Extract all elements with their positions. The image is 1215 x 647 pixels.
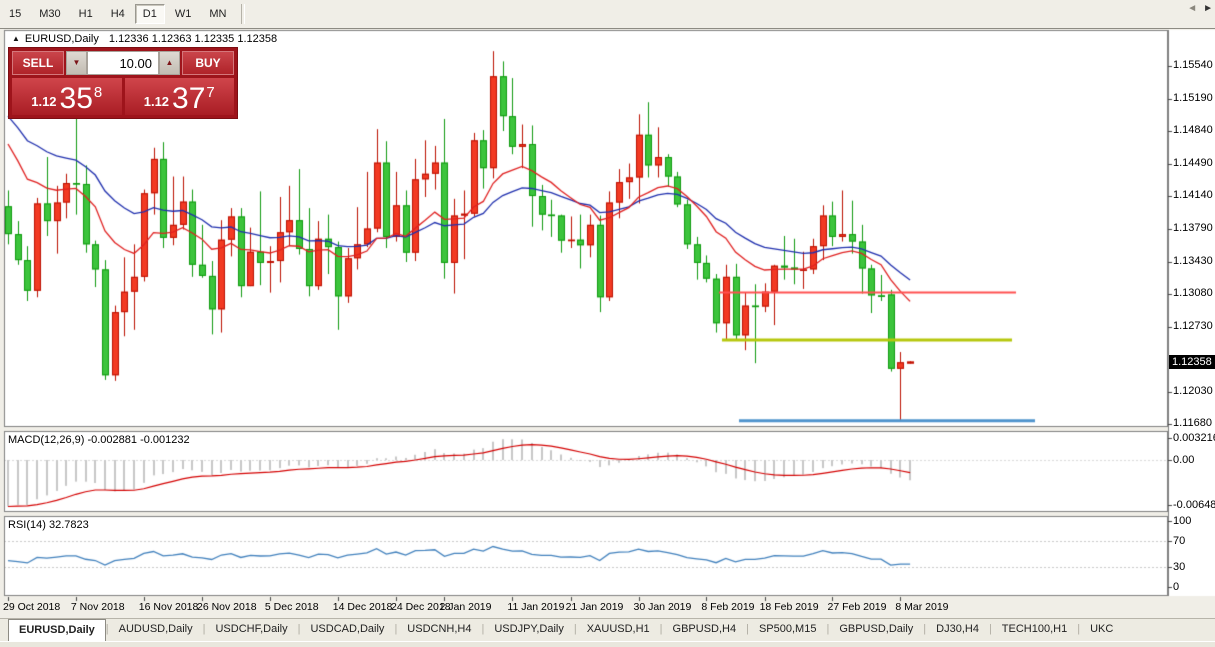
date-axis-label: 26 Nov 2018 bbox=[197, 601, 257, 613]
timeframe-button-h4[interactable]: H4 bbox=[103, 4, 133, 24]
timeframe-button-d1[interactable]: D1 bbox=[135, 4, 165, 24]
date-axis-label: 29 Oct 2018 bbox=[3, 601, 60, 613]
rsi-axis-label: 0 bbox=[1173, 581, 1179, 593]
sell-price-big: 35 bbox=[60, 86, 93, 112]
volume-decrease-button[interactable]: ▼ bbox=[66, 51, 87, 75]
date-axis-label: 8 Feb 2019 bbox=[701, 601, 754, 613]
rsi-axis-label: 70 bbox=[1173, 535, 1185, 547]
date-axis-label: 30 Jan 2019 bbox=[634, 601, 692, 613]
chart-area: ▲ EURUSD,Daily 1.12336 1.12363 1.12335 1.1… bbox=[0, 29, 1215, 618]
sell-price-display[interactable]: 1.12 35 8 bbox=[12, 78, 122, 115]
macd-axis-label: 0.00 bbox=[1173, 454, 1194, 466]
date-axis-label: 21 Jan 2019 bbox=[566, 601, 624, 613]
price-axis-label: 1.14840 bbox=[1173, 124, 1213, 136]
tab-xauusd-h1[interactable]: XAUUSD,H1 bbox=[577, 619, 660, 642]
price-axis-label: 1.15190 bbox=[1173, 92, 1213, 104]
chart-title: ▲ EURUSD,Daily 1.12336 1.12363 1.12335 1.1… bbox=[12, 33, 277, 45]
trading-platform-window: 15M30H1H4D1W1MN ▲ EURUSD,Daily 1.12336 1.1… bbox=[0, 0, 1215, 647]
volume-increase-button[interactable]: ▲ bbox=[159, 51, 180, 75]
price-axis-label: 1.12730 bbox=[1173, 320, 1213, 332]
tab-scroll-right-icon[interactable]: ► bbox=[1203, 3, 1213, 14]
chart-symbol-label: EURUSD,Daily bbox=[25, 33, 99, 45]
tab-dj30-h4[interactable]: DJ30,H4 bbox=[926, 619, 989, 642]
buy-price-display[interactable]: 1.12 37 7 bbox=[125, 78, 235, 115]
macd-axis-label: 0.003216 bbox=[1173, 432, 1215, 444]
price-axis-label: 1.15540 bbox=[1173, 59, 1213, 71]
macd-axis-label: -0.006485 bbox=[1173, 499, 1215, 511]
price-axis-label: 1.13080 bbox=[1173, 287, 1213, 299]
date-axis-label: 5 Dec 2018 bbox=[265, 601, 319, 613]
tab-usdcnh-h4[interactable]: USDCNH,H4 bbox=[397, 619, 481, 642]
rsi-indicator-label: RSI(14) 32.7823 bbox=[8, 519, 89, 531]
tab-gbpusd-h4[interactable]: GBPUSD,H4 bbox=[663, 619, 747, 642]
chart-collapse-icon[interactable]: ▲ bbox=[12, 34, 20, 43]
timeframe-button-mn[interactable]: MN bbox=[201, 4, 234, 24]
sell-price-prefix: 1.12 bbox=[31, 94, 56, 109]
buy-price-big: 37 bbox=[172, 86, 205, 112]
tab-eurusd-daily[interactable]: EURUSD,Daily bbox=[8, 619, 106, 642]
chart-ohlc-values: 1.12336 1.12363 1.12335 1.12358 bbox=[109, 33, 277, 45]
buy-button[interactable]: BUY bbox=[182, 51, 234, 75]
current-price-marker: 1.12358 bbox=[1169, 355, 1215, 369]
buy-price-prefix: 1.12 bbox=[144, 94, 169, 109]
tab-tech100-h1[interactable]: TECH100,H1 bbox=[992, 619, 1077, 642]
timeframe-button-m30[interactable]: M30 bbox=[31, 4, 68, 24]
status-bar-strip bbox=[0, 641, 1215, 647]
date-axis-label: 7 Nov 2018 bbox=[71, 601, 125, 613]
tab-usdchf-daily[interactable]: USDCHF,Daily bbox=[205, 619, 297, 642]
one-click-trading-panel: SELL ▼ ▲ BUY 1.12 35 8 1.12 37 7 bbox=[8, 47, 238, 119]
toolbar-separator bbox=[241, 4, 245, 24]
tab-sp500-m15[interactable]: SP500,M15 bbox=[749, 619, 826, 642]
macd-indicator-label: MACD(12,26,9) -0.002881 -0.001232 bbox=[8, 434, 190, 446]
date-axis-label: 16 Nov 2018 bbox=[139, 601, 199, 613]
sell-button[interactable]: SELL bbox=[12, 51, 64, 75]
date-axis-label: 2 Jan 2019 bbox=[440, 601, 492, 613]
date-axis-label: 27 Feb 2019 bbox=[828, 601, 887, 613]
timeframe-button-h1[interactable]: H1 bbox=[71, 4, 101, 24]
date-axis-label: 14 Dec 2018 bbox=[333, 601, 393, 613]
tab-scroll-arrows: ◄ ► bbox=[1187, 3, 1213, 14]
tab-usdcad-daily[interactable]: USDCAD,Daily bbox=[300, 619, 394, 642]
rsi-axis-label: 100 bbox=[1173, 515, 1191, 527]
price-axis-label: 1.11680 bbox=[1173, 417, 1212, 429]
price-axis-label: 1.14490 bbox=[1173, 157, 1213, 169]
timeframe-button-15[interactable]: 15 bbox=[1, 4, 29, 24]
date-axis-label: 8 Mar 2019 bbox=[895, 601, 948, 613]
sell-price-sup: 8 bbox=[94, 85, 102, 100]
timeframe-toolbar: 15M30H1H4D1W1MN bbox=[0, 0, 1215, 29]
volume-input[interactable] bbox=[87, 51, 159, 75]
price-axis-label: 1.13790 bbox=[1173, 222, 1213, 234]
tab-audusd-daily[interactable]: AUDUSD,Daily bbox=[109, 619, 203, 642]
tab-scroll-left-icon[interactable]: ◄ bbox=[1187, 3, 1197, 14]
date-axis-label: 18 Feb 2019 bbox=[760, 601, 819, 613]
tab-ukc[interactable]: UKC bbox=[1080, 619, 1123, 642]
chart-tabs-bar: EURUSD,Daily|AUDUSD,Daily|USDCHF,Daily|U… bbox=[0, 618, 1215, 642]
buy-price-sup: 7 bbox=[206, 85, 214, 100]
timeframe-button-w1[interactable]: W1 bbox=[167, 4, 200, 24]
price-axis-label: 1.12030 bbox=[1173, 385, 1213, 397]
tab-usdjpy-daily[interactable]: USDJPY,Daily bbox=[484, 619, 574, 642]
price-axis-label: 1.13430 bbox=[1173, 255, 1213, 267]
tab-gbpusd-daily[interactable]: GBPUSD,Daily bbox=[829, 619, 923, 642]
rsi-axis-label: 30 bbox=[1173, 561, 1185, 573]
price-axis-label: 1.14140 bbox=[1173, 189, 1213, 201]
date-axis-label: 11 Jan 2019 bbox=[507, 601, 564, 613]
